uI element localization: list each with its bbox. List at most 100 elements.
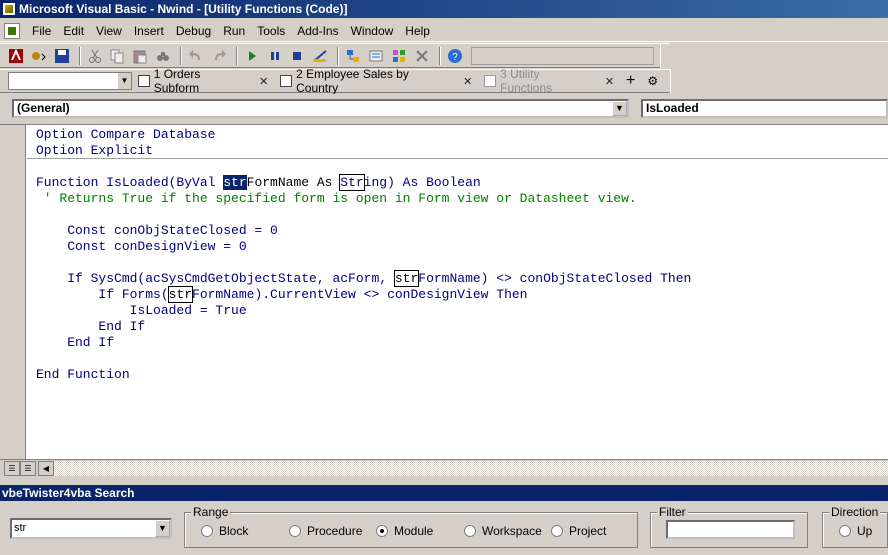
break-icon[interactable]	[265, 47, 285, 65]
object-combo[interactable]: (General) ▼	[12, 99, 629, 118]
search-input[interactable]: str ▼	[10, 518, 172, 539]
menu-file[interactable]: File	[26, 24, 57, 38]
range-project-radio[interactable]: Project	[551, 524, 606, 538]
code-line: Const conObjStateClosed = 0	[36, 223, 278, 238]
window-tabs-toolbar: ▼ 1 Orders Subform ✕ 2 Employee Sales by…	[0, 67, 680, 95]
menu-window[interactable]: Window	[345, 24, 400, 38]
margin-indicator-bar[interactable]	[0, 125, 26, 460]
toolbar-separator	[438, 46, 441, 65]
search-panel: str ▼ Range Block Procedure Module Works…	[0, 502, 888, 555]
menu-edit[interactable]: Edit	[57, 24, 90, 38]
close-icon[interactable]: ✕	[259, 75, 268, 88]
position-combo[interactable]	[471, 46, 655, 65]
radio-icon	[551, 525, 563, 537]
toolbox-icon[interactable]	[412, 47, 432, 65]
procedure-view-button[interactable]: ☰	[4, 461, 20, 476]
search-highlight: str	[223, 175, 247, 190]
menu-run[interactable]: Run	[217, 24, 251, 38]
radio-icon	[464, 525, 476, 537]
menu-insert[interactable]: Insert	[128, 24, 170, 38]
tab-utility-functions[interactable]: 3 Utility Functions ✕	[478, 67, 620, 95]
cut-icon[interactable]	[85, 47, 105, 65]
menu-bar: File Edit View Insert Debug Run Tools Ad…	[0, 20, 888, 42]
chevron-down-icon[interactable]: ▼	[612, 101, 627, 116]
tab-orders-subform[interactable]: 1 Orders Subform ✕	[132, 67, 274, 95]
procedure-combo[interactable]: IsLoaded	[641, 99, 888, 118]
filter-label: Filter	[657, 505, 688, 519]
direction-group: Direction Up	[822, 505, 888, 548]
design-mode-icon[interactable]	[310, 47, 330, 65]
toolbar-separator	[180, 46, 183, 65]
chevron-down-icon[interactable]: ▼	[117, 73, 131, 89]
range-module-radio[interactable]: Module	[376, 524, 433, 538]
object-browser-icon[interactable]	[389, 47, 409, 65]
code-fragment: FormName).CurrentView <> conDesignView T…	[192, 287, 528, 302]
menu-add-ins[interactable]: Add-Ins	[291, 24, 344, 38]
paste-icon[interactable]	[130, 47, 150, 65]
search-match: Str	[339, 174, 365, 191]
range-procedure-radio[interactable]: Procedure	[289, 524, 362, 538]
code-text[interactable]: Option Compare Database Option Explicit F…	[36, 127, 691, 383]
code-line: Option Explicit	[36, 143, 154, 158]
code-line: End If	[36, 319, 146, 334]
direction-label: Direction	[829, 505, 881, 519]
toolbar-separator	[78, 46, 81, 65]
menu-debug[interactable]: Debug	[170, 24, 217, 38]
code-fragment: ing) As Boolean	[363, 175, 481, 190]
code-line: If Forms(	[36, 287, 169, 302]
full-module-view-button[interactable]: ☰	[20, 461, 36, 476]
toolbar-separator	[235, 46, 238, 65]
code-line: End If	[36, 335, 115, 350]
range-workspace-radio[interactable]: Workspace	[464, 524, 542, 538]
save-icon[interactable]	[52, 47, 72, 65]
copy-icon[interactable]	[107, 47, 127, 65]
toolbar-options-handle[interactable]	[670, 69, 680, 93]
code-line: If SysCmd(acSysCmdGetObjectState, acForm…	[36, 271, 395, 286]
code-window-header: (General) ▼ IsLoaded	[0, 94, 888, 122]
view-access-icon[interactable]	[6, 47, 26, 65]
close-icon[interactable]: ✕	[605, 75, 614, 88]
module-window-icon[interactable]	[4, 22, 20, 39]
reset-icon[interactable]	[287, 47, 307, 65]
code-editor[interactable]: Option Compare Database Option Explicit F…	[0, 124, 888, 460]
new-tab-button[interactable]: +	[620, 71, 641, 91]
tab-settings-icon[interactable]: ⚙	[641, 71, 664, 91]
help-icon[interactable]: ?	[445, 47, 465, 65]
direction-up-radio[interactable]: Up	[839, 524, 872, 538]
properties-icon[interactable]	[366, 47, 386, 65]
search-panel-title: vbeTwister4vba Search	[0, 485, 888, 501]
close-icon[interactable]: ✕	[463, 75, 472, 88]
horizontal-scrollbar[interactable]	[54, 461, 888, 476]
module-icon	[484, 75, 497, 87]
svg-text:?: ?	[452, 52, 458, 63]
insert-module-icon[interactable]	[29, 47, 49, 65]
chevron-down-icon[interactable]: ▼	[155, 520, 170, 537]
filter-input[interactable]	[666, 520, 795, 539]
code-fragment: FormName As	[246, 175, 341, 190]
scroll-left-icon[interactable]: ◀	[38, 461, 54, 476]
toolbar-options-handle[interactable]	[660, 43, 671, 68]
vba-app-icon	[2, 2, 16, 16]
code-comment: ' Returns True if the specified form is …	[36, 191, 637, 206]
range-label: Range	[191, 505, 231, 519]
find-icon[interactable]	[153, 47, 173, 65]
menu-help[interactable]: Help	[399, 24, 436, 38]
code-line: IsLoaded = True	[36, 303, 247, 318]
code-view-strip: ☰ ☰ ◀	[0, 459, 888, 476]
report-icon	[280, 75, 293, 87]
form-icon	[137, 75, 150, 87]
tab-employee-sales[interactable]: 2 Employee Sales by Country ✕	[274, 67, 478, 95]
undo-icon[interactable]	[186, 47, 206, 65]
redo-icon[interactable]	[209, 47, 229, 65]
run-icon[interactable]	[242, 47, 262, 65]
range-block-radio[interactable]: Block	[201, 524, 248, 538]
window-select-combo[interactable]: ▼	[8, 72, 132, 90]
project-explorer-icon[interactable]	[343, 47, 363, 65]
menu-view[interactable]: View	[90, 24, 128, 38]
menu-tools[interactable]: Tools	[251, 24, 291, 38]
window-title: Microsoft Visual Basic - Nwind - [Utilit…	[19, 2, 348, 16]
radio-icon	[839, 525, 851, 537]
code-line: Const conDesignView = 0	[36, 239, 247, 254]
title-bar: Microsoft Visual Basic - Nwind - [Utilit…	[0, 0, 888, 18]
code-line: Function IsLoaded(ByVal	[36, 175, 224, 190]
